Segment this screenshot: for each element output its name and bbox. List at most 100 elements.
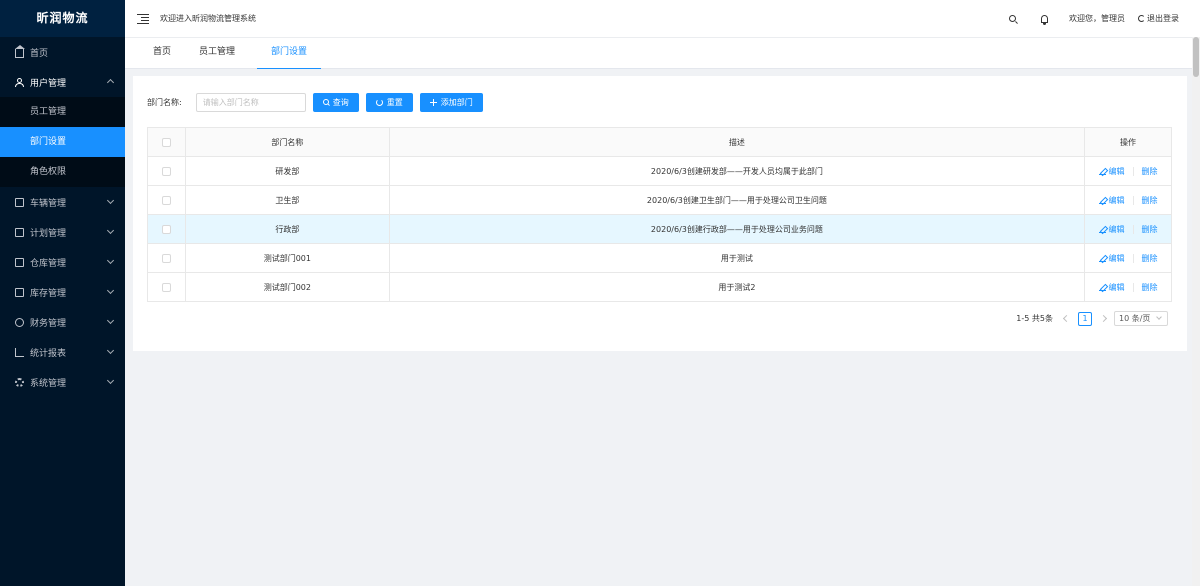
department-description: 2020/6/3创建研发部——开发人员均属于此部门 [388, 156, 1086, 186]
menu-fold-icon[interactable] [137, 13, 149, 24]
pagination: 1-5 共5条 1 10 条/页 [1016, 311, 1168, 326]
edit-icon [1098, 226, 1106, 233]
sidebar-item-system[interactable]: 系统管理 [0, 367, 125, 397]
chevron-down-icon [106, 286, 115, 295]
sidebar-item-label: 系统管理 [30, 378, 67, 389]
row-checkbox[interactable] [161, 253, 171, 263]
scrollbar-thumb[interactable] [1193, 37, 1199, 77]
column-header-actions: 操作 [1084, 127, 1172, 157]
warehouse-icon [15, 257, 24, 267]
file-icon [15, 227, 24, 237]
tab-home[interactable]: 首页 [139, 38, 185, 69]
user-greeting[interactable]: 欢迎您，管理员 [1069, 13, 1125, 24]
chevron-down-icon [106, 346, 115, 355]
row-checkbox[interactable] [161, 166, 171, 176]
search-button[interactable]: 查询 [312, 92, 359, 112]
table-row: 测试部门001 用于测试 编辑 删除 [147, 243, 1172, 273]
next-page-icon[interactable] [1099, 314, 1108, 323]
chevron-down-icon [106, 226, 115, 235]
edit-icon [1098, 197, 1106, 204]
sidebar-item-label: 计划管理 [30, 228, 67, 239]
delete-link[interactable]: 删除 [1142, 224, 1158, 235]
sidebar-item-plans[interactable]: 计划管理 [0, 217, 125, 247]
page-tabs: 首页 员工管理 部门设置 [125, 37, 1200, 69]
table-row: 卫生部 2020/6/3创建卫生部门——用于处理公司卫生问题 编辑 删除 [147, 185, 1172, 215]
sidebar: 昕润物流 首页 用户管理 员工管理 部门设置 角色权限 车辆管理 计划管理 仓库… [0, 0, 125, 586]
delete-link[interactable]: 删除 [1142, 195, 1158, 206]
department-description: 用于测试 [388, 243, 1086, 273]
edit-label: 编辑 [1108, 166, 1125, 176]
row-checkbox[interactable] [161, 282, 171, 292]
plus-icon [429, 98, 437, 106]
chevron-down-icon [1156, 314, 1162, 320]
row-checkbox[interactable] [161, 195, 171, 205]
search-icon[interactable] [1009, 15, 1016, 22]
filter-bar: 部门名称: 查询 重置 添加部门 [147, 92, 483, 112]
app-logo: 昕润物流 [0, 0, 125, 37]
tab-employees[interactable]: 员工管理 [185, 38, 249, 69]
chevron-down-icon [106, 316, 115, 325]
department-name-input[interactable] [195, 92, 306, 112]
edit-link[interactable]: 编辑 [1098, 195, 1125, 206]
edit-icon [1098, 168, 1106, 175]
gear-icon [15, 377, 24, 387]
filter-label: 部门名称: [147, 97, 182, 107]
reset-button[interactable]: 重置 [365, 92, 413, 112]
user-icon [15, 77, 24, 87]
bell-icon[interactable] [1041, 14, 1048, 25]
department-description: 2020/6/3创建卫生部门——用于处理公司卫生问题 [388, 185, 1086, 215]
page-size-label: 10 条/页 [1119, 314, 1151, 323]
delete-link[interactable]: 删除 [1142, 166, 1158, 177]
department-name: 研发部 [184, 156, 390, 186]
page-number-1[interactable]: 1 [1078, 311, 1092, 326]
header-actions: 欢迎您，管理员 退出登录 [1009, 0, 1179, 37]
scrollbar-track[interactable] [1192, 37, 1200, 586]
page-size-select[interactable]: 10 条/页 [1114, 311, 1168, 326]
sidebar-item-finance[interactable]: 财务管理 [0, 307, 125, 337]
sidebar-item-home[interactable]: 首页 [0, 37, 125, 67]
add-department-button[interactable]: 添加部门 [419, 92, 483, 112]
sidebar-item-label: 统计报表 [30, 348, 67, 359]
add-button-label: 添加部门 [440, 97, 473, 107]
search-button-label: 查询 [332, 97, 349, 107]
delete-link[interactable]: 删除 [1142, 253, 1158, 264]
car-icon [15, 197, 24, 207]
column-header-description: 描述 [388, 127, 1086, 157]
edit-link[interactable]: 编辑 [1098, 282, 1125, 293]
department-name: 测试部门002 [184, 272, 390, 302]
sidebar-subitem-roles[interactable]: 角色权限 [0, 157, 125, 187]
sidebar-item-user-management[interactable]: 用户管理 [0, 67, 125, 97]
department-name: 行政部 [184, 214, 390, 244]
edit-label: 编辑 [1108, 224, 1125, 234]
edit-link[interactable]: 编辑 [1098, 166, 1125, 177]
table-row: 研发部 2020/6/3创建研发部——开发人员均属于此部门 编辑 删除 [147, 156, 1172, 186]
reload-icon [375, 98, 383, 106]
department-table: 部门名称 描述 操作 研发部 2020/6/3创建研发部——开发人员均属于此部门… [147, 127, 1172, 302]
sidebar-item-vehicles[interactable]: 车辆管理 [0, 187, 125, 217]
department-name: 测试部门001 [184, 243, 390, 273]
sidebar-item-label: 仓库管理 [30, 258, 67, 269]
row-checkbox[interactable] [161, 224, 171, 234]
edit-icon [1098, 255, 1106, 262]
sidebar-item-reports[interactable]: 统计报表 [0, 337, 125, 367]
sidebar-item-warehouse[interactable]: 仓库管理 [0, 247, 125, 277]
delete-link[interactable]: 删除 [1142, 282, 1158, 293]
search-icon [322, 99, 329, 105]
sidebar-item-label: 财务管理 [30, 318, 67, 329]
inventory-icon [15, 287, 24, 297]
sidebar-item-label: 首页 [30, 48, 49, 59]
select-all-checkbox[interactable] [161, 137, 171, 147]
table-header-row: 部门名称 描述 操作 [147, 127, 1172, 157]
edit-link[interactable]: 编辑 [1098, 253, 1125, 264]
sidebar-item-inventory[interactable]: 库存管理 [0, 277, 125, 307]
money-icon [15, 317, 24, 327]
logout-button[interactable]: 退出登录 [1138, 13, 1179, 24]
edit-label: 编辑 [1108, 282, 1125, 292]
prev-page-icon[interactable] [1062, 314, 1071, 323]
sidebar-subitem-departments[interactable]: 部门设置 [0, 127, 125, 157]
top-header: 欢迎进入昕润物流管理系统 欢迎您，管理员 退出登录 [125, 0, 1200, 37]
tab-departments[interactable]: 部门设置 [257, 38, 322, 69]
edit-link[interactable]: 编辑 [1098, 224, 1125, 235]
sidebar-subitem-employees[interactable]: 员工管理 [0, 97, 125, 127]
logout-icon [1138, 15, 1145, 22]
